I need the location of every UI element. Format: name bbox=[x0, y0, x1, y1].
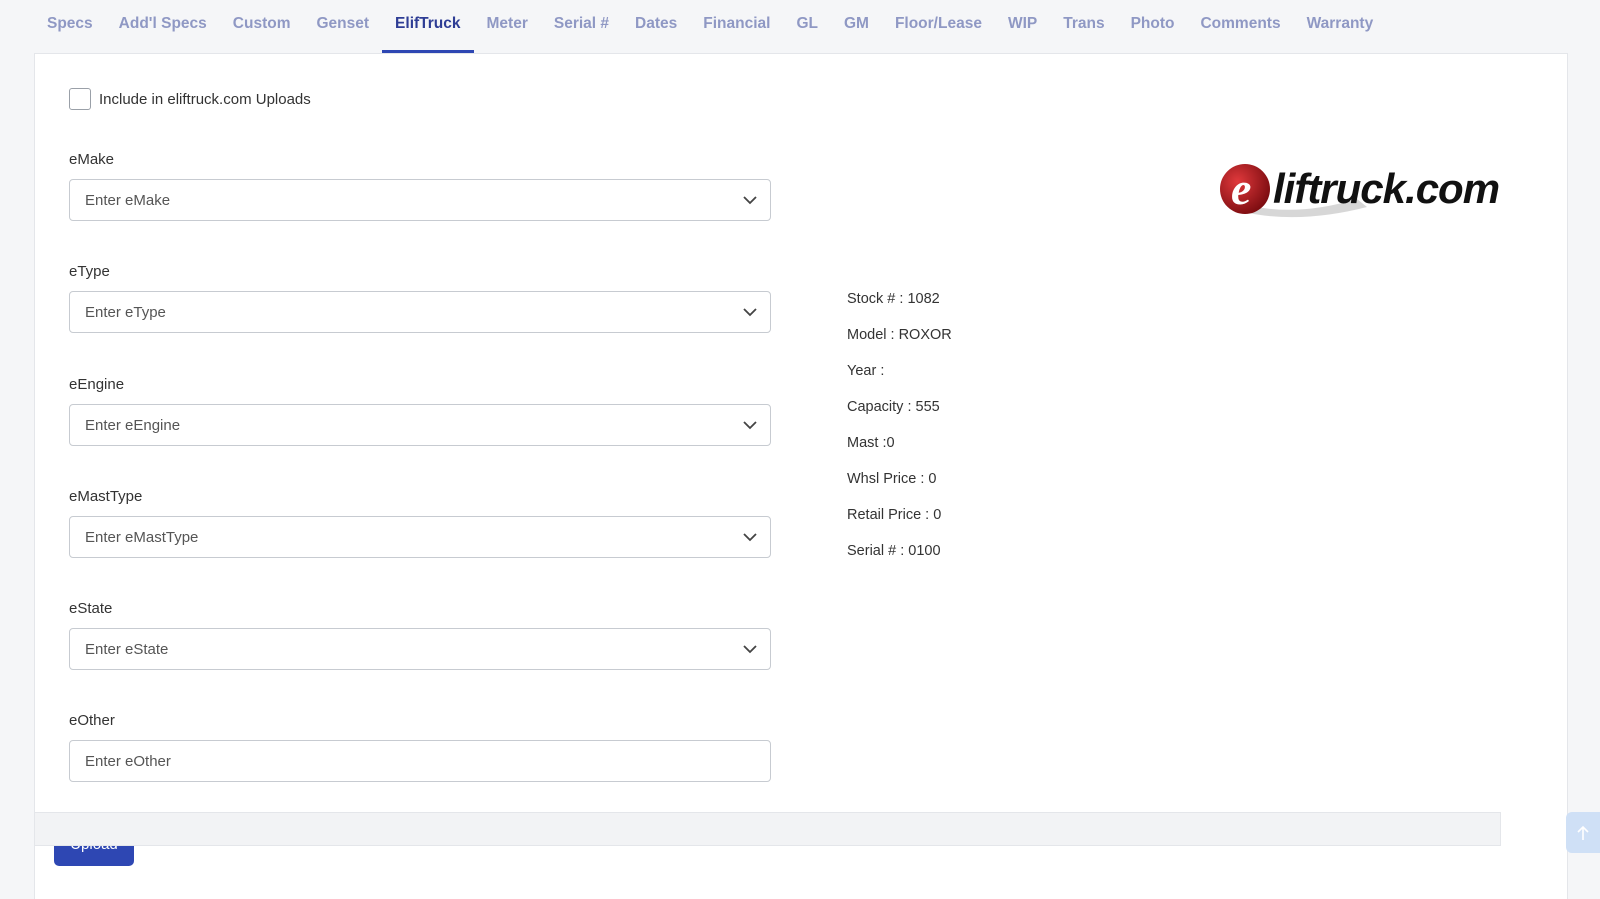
eother-label: eOther bbox=[69, 712, 115, 729]
tab-trans[interactable]: Trans bbox=[1050, 15, 1117, 53]
eliftruck-logo: e liftruck.com bbox=[1220, 163, 1500, 218]
tab-photo[interactable]: Photo bbox=[1118, 15, 1188, 53]
info-mast: Mast :0 bbox=[847, 435, 895, 451]
info-capacity: Capacity : 555 bbox=[847, 399, 940, 415]
info-serial: Serial # : 0100 bbox=[847, 543, 941, 559]
eother-input[interactable]: Enter eOther bbox=[69, 740, 771, 782]
include-upload-checkbox[interactable] bbox=[69, 88, 91, 110]
eother-placeholder: Enter eOther bbox=[85, 752, 171, 770]
tab-custom[interactable]: Custom bbox=[220, 15, 304, 53]
chevron-down-icon bbox=[743, 645, 757, 654]
tab-genset[interactable]: Genset bbox=[303, 15, 382, 53]
eengine-label: eEngine bbox=[69, 376, 125, 393]
emasttype-label: eMastType bbox=[69, 488, 143, 505]
chevron-down-icon bbox=[743, 196, 757, 205]
tab-serial[interactable]: Serial # bbox=[541, 15, 622, 53]
estate-placeholder: Enter eState bbox=[85, 640, 169, 658]
tab-wip[interactable]: WIP bbox=[995, 15, 1050, 53]
chevron-down-icon bbox=[743, 421, 757, 430]
scroll-to-top-button[interactable] bbox=[1566, 812, 1600, 853]
bottom-panel-edge bbox=[34, 812, 1501, 846]
estate-select[interactable]: Enter eState bbox=[69, 628, 771, 670]
eliftruck-panel: Include in eliftruck.com Uploads eMake E… bbox=[34, 53, 1568, 899]
logo-wordmark: liftruck.com bbox=[1273, 165, 1499, 212]
logo-e: e bbox=[1231, 163, 1251, 214]
info-model: Model : ROXOR bbox=[847, 327, 952, 343]
chevron-down-icon bbox=[743, 533, 757, 542]
info-year: Year : bbox=[847, 363, 885, 379]
tab-eliftruck[interactable]: ElifTruck bbox=[382, 15, 474, 53]
info-stock: Stock # : 1082 bbox=[847, 291, 940, 307]
tab-warranty[interactable]: Warranty bbox=[1294, 15, 1387, 53]
tab-floor-lease[interactable]: Floor/Lease bbox=[882, 15, 995, 53]
tab-meter[interactable]: Meter bbox=[474, 15, 541, 53]
eengine-placeholder: Enter eEngine bbox=[85, 416, 181, 434]
emake-label: eMake bbox=[69, 151, 115, 168]
etype-placeholder: Enter eType bbox=[85, 303, 166, 321]
emasttype-placeholder: Enter eMastType bbox=[85, 528, 199, 546]
eengine-select[interactable]: Enter eEngine bbox=[69, 404, 771, 446]
tab-gl[interactable]: GL bbox=[783, 15, 831, 53]
etype-select[interactable]: Enter eType bbox=[69, 291, 771, 333]
tab-bar: Specs Add'l Specs Custom Genset ElifTruc… bbox=[0, 0, 1568, 53]
include-upload-label: Include in eliftruck.com Uploads bbox=[99, 90, 311, 108]
tab-specs[interactable]: Specs bbox=[34, 15, 106, 53]
info-whsl-price: Whsl Price : 0 bbox=[847, 471, 937, 487]
etype-label: eType bbox=[69, 263, 110, 280]
tab-dates[interactable]: Dates bbox=[622, 15, 690, 53]
arrow-up-icon bbox=[1577, 825, 1589, 840]
tab-gm[interactable]: GM bbox=[831, 15, 882, 53]
emake-select[interactable]: Enter eMake bbox=[69, 179, 771, 221]
emasttype-select[interactable]: Enter eMastType bbox=[69, 516, 771, 558]
chevron-down-icon bbox=[743, 308, 757, 317]
include-upload-row: Include in eliftruck.com Uploads bbox=[69, 88, 311, 110]
tab-financial[interactable]: Financial bbox=[690, 15, 783, 53]
estate-label: eState bbox=[69, 600, 113, 617]
info-retail-price: Retail Price : 0 bbox=[847, 507, 942, 523]
tab-comments[interactable]: Comments bbox=[1187, 15, 1293, 53]
tab-addl-specs[interactable]: Add'l Specs bbox=[106, 15, 220, 53]
emake-placeholder: Enter eMake bbox=[85, 191, 171, 209]
